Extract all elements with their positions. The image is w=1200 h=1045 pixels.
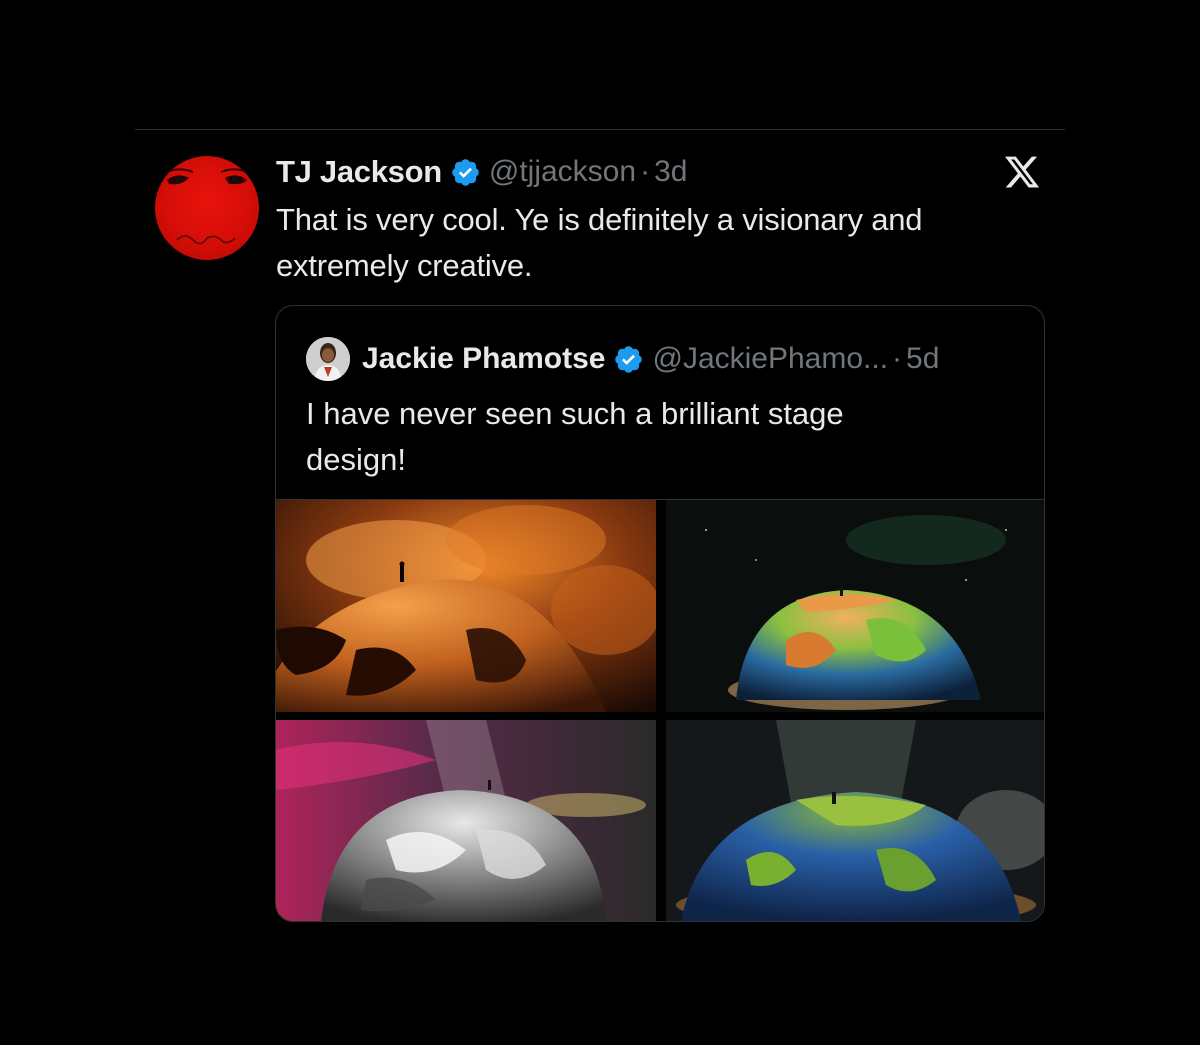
media-image-3[interactable] [276,720,656,921]
author-display-name[interactable]: TJ Jackson [276,154,442,190]
meta-separator: · [640,155,651,188]
quoted-tweet-header: Jackie Phamotse @JackiePhamo... · 5d [306,336,939,382]
media-image-1[interactable] [276,500,656,712]
quoted-tweet-card[interactable]: Jackie Phamotse @JackiePhamo... · 5d I h… [275,305,1045,922]
media-image-4[interactable] [666,720,1044,921]
media-image-2[interactable] [666,500,1044,712]
quoted-tweet-timestamp[interactable]: 5d [906,342,939,376]
top-divider [135,129,1065,130]
author-handle[interactable]: @tjjackson [489,155,636,189]
tweet-text: That is very cool. Ye is definitely a vi… [276,202,923,283]
tweet-timestamp[interactable]: 3d [654,155,687,189]
quoted-author-handle[interactable]: @JackiePhamo... [652,342,888,376]
tweet-header: TJ Jackson @tjjackson · 3d [276,152,687,192]
quoted-tweet-text: I have never seen such a brilliant stage… [306,396,844,477]
verified-badge-icon [613,344,644,375]
avatar-image [162,168,252,245]
author-avatar[interactable] [155,156,259,260]
quoted-author-display-name[interactable]: Jackie Phamotse [362,342,605,376]
meta-separator: · [892,342,903,375]
x-logo-icon[interactable] [1002,153,1042,191]
verified-badge-icon [450,157,481,188]
quoted-author-avatar[interactable] [306,337,350,381]
